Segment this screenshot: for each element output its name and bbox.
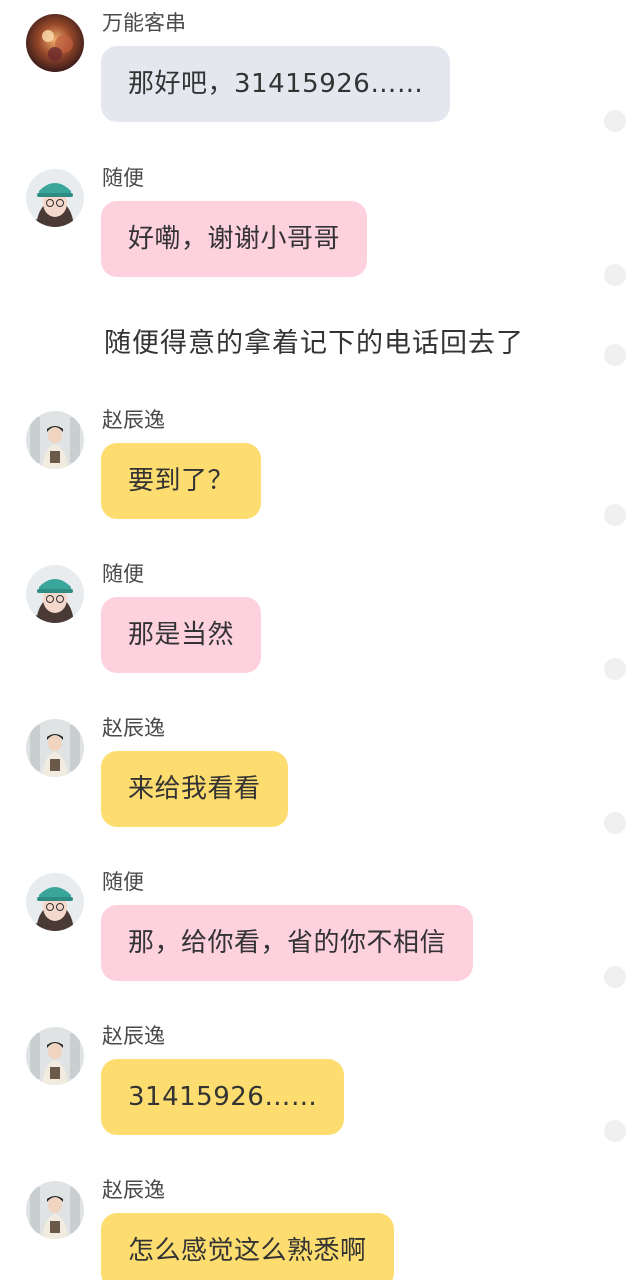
- message-status-dot: [604, 504, 626, 526]
- speaker-name: 随便: [102, 166, 144, 190]
- message-status-dot: [604, 264, 626, 286]
- message-bubble[interactable]: 31415926……: [101, 1059, 345, 1135]
- message-status-dot: [604, 110, 626, 132]
- avatar-zhaochenyi-icon[interactable]: [26, 1181, 84, 1239]
- message-status-dot: [604, 658, 626, 680]
- message-status-dot: [604, 966, 626, 988]
- speaker-name: 赵辰逸: [102, 716, 165, 740]
- avatar-wanneng-icon[interactable]: [26, 14, 84, 72]
- avatar-suibian-icon[interactable]: [26, 565, 84, 623]
- speaker-name: 万能客串: [102, 11, 186, 35]
- message-bubble[interactable]: 好嘞，谢谢小哥哥: [101, 201, 368, 277]
- avatar-suibian-icon[interactable]: [26, 873, 84, 931]
- message-status-dot: [604, 344, 626, 366]
- message-bubble[interactable]: 来给我看看: [101, 751, 288, 827]
- narration-text: 随便得意的拿着记下的电话回去了: [104, 328, 524, 359]
- message-bubble[interactable]: 那好吧，31415926……: [101, 46, 451, 122]
- speaker-name: 赵辰逸: [102, 1024, 165, 1048]
- speaker-name: 随便: [102, 562, 144, 586]
- avatar-suibian-icon[interactable]: [26, 169, 84, 227]
- speaker-name: 赵辰逸: [102, 408, 165, 432]
- message-bubble[interactable]: 怎么感觉这么熟悉啊: [101, 1213, 394, 1280]
- avatar-zhaochenyi-icon[interactable]: [26, 411, 84, 469]
- message-bubble[interactable]: 那是当然: [101, 597, 262, 673]
- speaker-name: 随便: [102, 870, 144, 894]
- message-status-dot: [604, 812, 626, 834]
- chat-thread: 万能客串 那好吧，31415926…… 随便 好嘞，谢谢小哥哥 随便得意的拿着记…: [0, 0, 640, 1280]
- speaker-name: 赵辰逸: [102, 1178, 165, 1202]
- message-bubble[interactable]: 那，给你看，省的你不相信: [101, 905, 474, 981]
- message-status-dot: [604, 1120, 626, 1142]
- avatar-zhaochenyi-icon[interactable]: [26, 1027, 84, 1085]
- avatar-zhaochenyi-icon[interactable]: [26, 719, 84, 777]
- message-bubble[interactable]: 要到了？: [101, 443, 262, 519]
